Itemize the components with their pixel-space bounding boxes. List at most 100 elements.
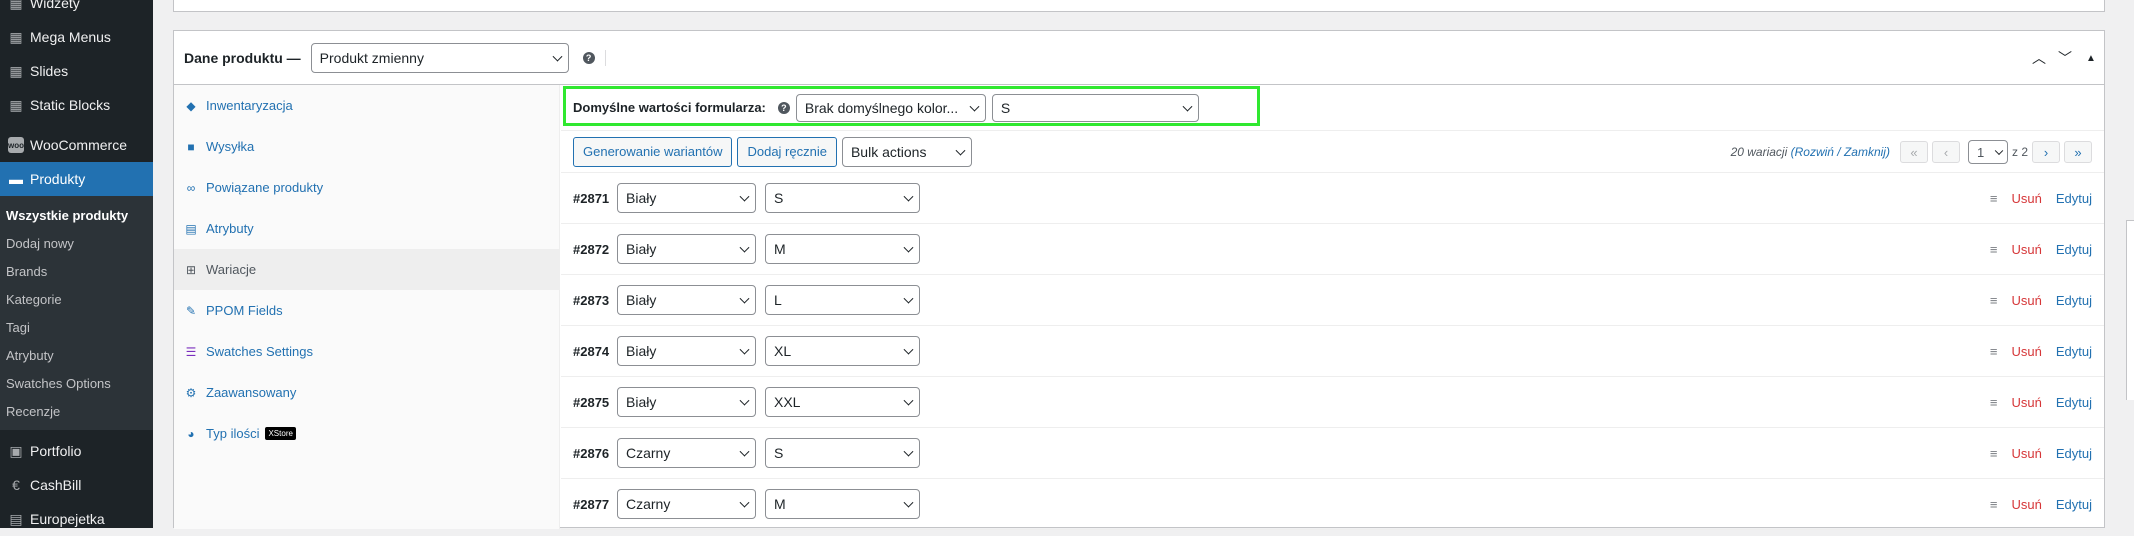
submenu-categories[interactable]: Kategorie: [0, 286, 153, 314]
tab-ppom-fields[interactable]: ✎ PPOM Fields: [174, 290, 559, 331]
variation-size-select[interactable]: M: [765, 234, 920, 264]
delete-link[interactable]: Usuń: [2012, 344, 2042, 359]
product-type-select[interactable]: Produkt zmienny: [310, 42, 569, 73]
help-icon[interactable]: ?: [582, 51, 595, 64]
variation-row[interactable]: #2874 Biały XL ≡ Usuń Edytuj: [561, 326, 2104, 377]
page-total: z 2: [2011, 145, 2028, 159]
variation-row[interactable]: #2876 Czarny S ≡ Usuń Edytuj: [561, 428, 2104, 479]
chevron-down-icon: [903, 344, 914, 355]
europe-icon: ▤: [9, 510, 23, 527]
edit-link[interactable]: Edytuj: [2056, 446, 2092, 461]
generate-variations-button[interactable]: Generowanie wariantów: [573, 136, 733, 167]
edit-link[interactable]: Edytuj: [2056, 191, 2092, 206]
edit-link[interactable]: Edytuj: [2056, 497, 2092, 512]
delete-link[interactable]: Usuń: [2012, 446, 2042, 461]
drag-handle-icon[interactable]: ≡: [1990, 344, 1998, 359]
slides-icon: ▦: [9, 62, 23, 79]
submenu-tags[interactable]: Tagi: [0, 314, 153, 342]
tab-inventory[interactable]: ◆ Inwentaryzacja: [174, 85, 559, 126]
menu-produkty[interactable]: ▬ Produkty: [0, 162, 153, 196]
menu-widgets[interactable]: ▦ Widżety: [0, 0, 153, 20]
product-data-metabox: Dane produktu — Produkt zmienny ? ︿ ﹀ ▲ …: [173, 30, 2105, 530]
submenu-swatches-options[interactable]: Swatches Options: [0, 370, 153, 398]
portfolio-icon: ▣: [9, 442, 23, 459]
menu-cashbill[interactable]: € CashBill: [0, 468, 153, 502]
variation-color-select[interactable]: Biały: [617, 234, 756, 264]
edit-link[interactable]: Edytuj: [2056, 293, 2092, 308]
gear-icon: ⚙: [185, 385, 197, 400]
menu-europejetka[interactable]: ▤ Europejetka: [0, 502, 153, 536]
delete-link[interactable]: Usuń: [2012, 395, 2042, 410]
submenu-brands[interactable]: Brands: [0, 258, 153, 286]
first-page-icon[interactable]: «: [1899, 141, 1928, 163]
variation-color-select[interactable]: Biały: [617, 183, 756, 213]
variation-row[interactable]: #2875 Biały XXL ≡ Usuń Edytuj: [561, 377, 2104, 428]
menu-slides[interactable]: ▦ Slides: [0, 54, 153, 88]
prev-page-icon[interactable]: ‹: [1931, 141, 1960, 163]
tab-advanced[interactable]: ⚙ Zaawansowany: [174, 372, 559, 413]
variation-color-select[interactable]: Biały: [617, 285, 756, 315]
default-color-select[interactable]: Brak domyślnego kolor...: [795, 93, 986, 122]
variation-size-select[interactable]: L: [765, 285, 920, 315]
tab-quantity-type[interactable]: ◕ Typ ilości XStore: [174, 413, 559, 454]
tab-swatches-settings[interactable]: ☰ Swatches Settings: [174, 331, 559, 372]
drag-handle-icon[interactable]: ≡: [1990, 191, 1998, 206]
divider: [604, 49, 606, 66]
variation-size-select[interactable]: S: [765, 438, 920, 468]
variation-actions: ≡ Usuń Edytuj: [1990, 275, 2092, 326]
edit-link[interactable]: Edytuj: [2056, 395, 2092, 410]
variation-row[interactable]: #2872 Biały M ≡ Usuń Edytuj: [561, 224, 2104, 275]
drag-handle-icon[interactable]: ≡: [1990, 293, 1998, 308]
submenu-all-products[interactable]: Wszystkie produkty: [0, 202, 153, 230]
drag-handle-icon[interactable]: ≡: [1990, 395, 1998, 410]
variation-row[interactable]: #2873 Biały L ≡ Usuń Edytuj: [561, 275, 2104, 326]
move-down-icon[interactable]: ﹀: [2052, 48, 2078, 68]
variation-id: #2877: [573, 496, 610, 512]
chevron-down-icon: [739, 242, 750, 253]
submenu-reviews[interactable]: Recenzje: [0, 398, 153, 426]
page-select[interactable]: 1: [1967, 140, 2008, 164]
expand-collapse-link[interactable]: (Rozwiń / Zamknij): [1791, 145, 1890, 159]
edit-link[interactable]: Edytuj: [2056, 344, 2092, 359]
edit-link[interactable]: Edytuj: [2056, 242, 2092, 257]
chevron-down-icon: [739, 497, 750, 508]
cashbill-icon: €: [12, 477, 20, 493]
variation-row[interactable]: #2877 Czarny M ≡ Usuń Edytuj: [561, 479, 2104, 530]
variation-size-select[interactable]: XL: [765, 336, 920, 366]
tab-variations[interactable]: ⊞ Wariacje: [174, 249, 559, 290]
variation-color-select[interactable]: Czarny: [617, 489, 756, 519]
tab-attributes[interactable]: ▤ Atrybuty: [174, 208, 559, 249]
drag-handle-icon[interactable]: ≡: [1990, 242, 1998, 257]
submenu-attributes[interactable]: Atrybuty: [0, 342, 153, 370]
delete-link[interactable]: Usuń: [2012, 191, 2042, 206]
delete-link[interactable]: Usuń: [2012, 242, 2042, 257]
add-manually-button[interactable]: Dodaj ręcznie: [737, 136, 837, 167]
next-page-icon[interactable]: ›: [2032, 141, 2060, 163]
delete-link[interactable]: Usuń: [2012, 293, 2042, 308]
chevron-down-icon: [969, 101, 980, 112]
variation-size-select[interactable]: XXL: [765, 387, 920, 417]
variation-size-select[interactable]: S: [765, 183, 920, 213]
menu-static-blocks[interactable]: ▦ Static Blocks: [0, 88, 153, 122]
variation-row[interactable]: #2871 Biały S ≡ Usuń Edytuj: [561, 173, 2104, 224]
toggle-panel-icon[interactable]: ▲: [2078, 53, 2104, 64]
menu-portfolio[interactable]: ▣ Portfolio: [0, 434, 153, 468]
variation-size-select[interactable]: M: [765, 489, 920, 519]
submenu-add-new[interactable]: Dodaj nowy: [0, 230, 153, 258]
variation-actions: ≡ Usuń Edytuj: [1990, 428, 2092, 479]
default-size-select[interactable]: S: [991, 93, 1199, 122]
last-page-icon[interactable]: »: [2064, 141, 2092, 163]
variation-color-select[interactable]: Czarny: [617, 438, 756, 468]
delete-link[interactable]: Usuń: [2012, 497, 2042, 512]
variation-color-select[interactable]: Biały: [617, 336, 756, 366]
drag-handle-icon[interactable]: ≡: [1990, 446, 1998, 461]
move-up-icon[interactable]: ︿: [2026, 48, 2052, 68]
brush-icon: ▦: [9, 0, 23, 11]
bulk-actions-select[interactable]: Bulk actions: [841, 136, 972, 167]
drag-handle-icon[interactable]: ≡: [1990, 497, 1998, 512]
tab-linked-products[interactable]: ∞ Powiązane produkty: [174, 167, 559, 208]
menu-woocommerce[interactable]: woo WooCommerce: [0, 128, 153, 162]
variation-color-select[interactable]: Biały: [617, 387, 756, 417]
tab-shipping[interactable]: ■ Wysyłka: [174, 126, 559, 167]
menu-mega-menus[interactable]: ▦ Mega Menus: [0, 20, 153, 54]
